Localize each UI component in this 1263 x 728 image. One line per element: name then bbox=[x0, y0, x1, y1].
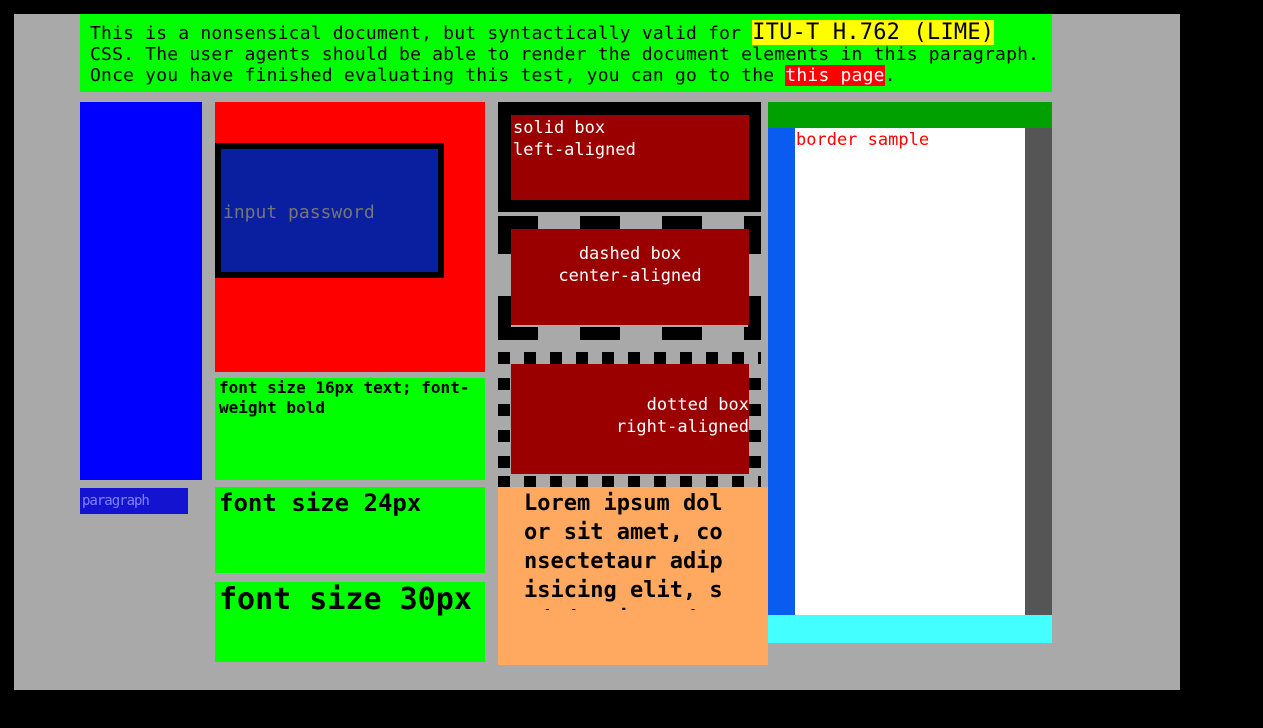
dotted-box-line-1: dotted box bbox=[646, 395, 749, 415]
intro-text-3: . bbox=[884, 65, 896, 86]
border-left bbox=[768, 128, 795, 615]
solid-box: solid box left-aligned bbox=[511, 115, 749, 200]
border-top bbox=[768, 102, 1052, 128]
solid-box-line-2: left-aligned bbox=[513, 140, 636, 160]
dotted-box: dotted box right-aligned bbox=[511, 364, 749, 474]
border-sample-text: border sample bbox=[796, 130, 930, 150]
solid-box-line-1: solid box bbox=[513, 118, 606, 138]
this-page-link[interactable]: this page bbox=[785, 65, 885, 86]
intro-text-1: This is a nonsensical document, but synt… bbox=[90, 23, 753, 44]
dashed-box-line-1: dashed box bbox=[578, 244, 682, 264]
intro-text-2: CSS. The user agents should be able to r… bbox=[90, 44, 1040, 86]
border-sample-content: border sample bbox=[795, 128, 1025, 615]
dashed-box: dashed box center-aligned bbox=[511, 229, 749, 325]
lorem-text: Lorem ipsum dolor sit amet, consectetaur… bbox=[524, 491, 723, 610]
lorem-box: Lorem ipsum dolor sit amet, consectetaur… bbox=[498, 487, 768, 665]
font-size-16-box: font size 16px text; font-weight bold bbox=[215, 378, 485, 480]
font-size-24-box: font size 24px bbox=[215, 487, 485, 573]
border-right bbox=[1025, 128, 1052, 615]
border-bottom bbox=[768, 615, 1052, 643]
dashed-box-line-2: center-aligned bbox=[558, 266, 702, 286]
password-input[interactable] bbox=[215, 143, 444, 278]
blue-column bbox=[80, 102, 202, 480]
intro-highlight: ITU-T H.762 (LIME) bbox=[752, 20, 995, 45]
paragraph-label: paragraph bbox=[80, 488, 188, 514]
dotted-box-line-2: right-aligned bbox=[615, 417, 749, 437]
font-size-30-box: font size 30px bbox=[215, 582, 485, 662]
intro-paragraph: This is a nonsensical document, but synt… bbox=[80, 14, 1052, 92]
